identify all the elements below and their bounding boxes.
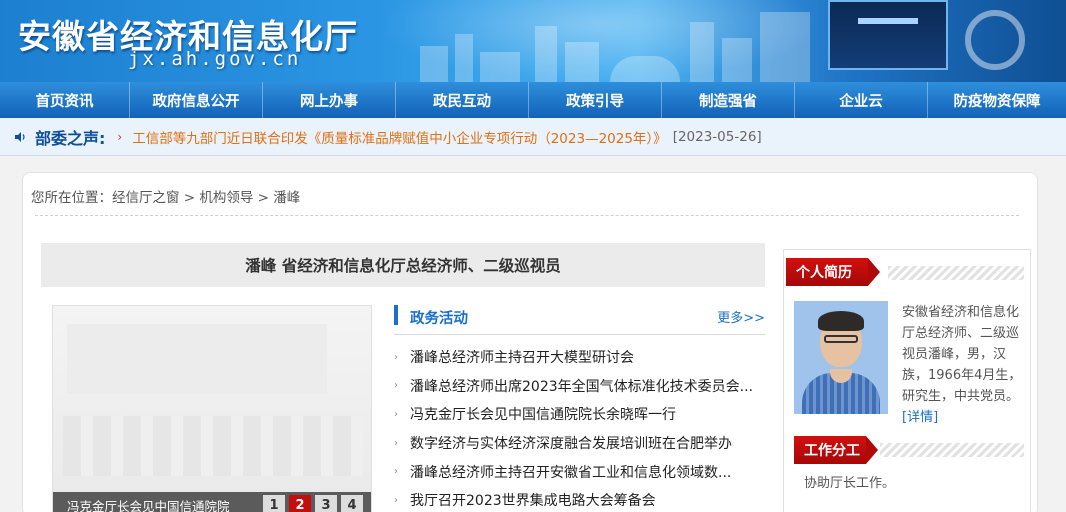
nav-item-7[interactable]: 防疫物资保障 bbox=[928, 82, 1066, 118]
breadcrumb[interactable]: 您所在位置：经信厅之窗 > 机构领导 > 潘峰 bbox=[31, 186, 300, 206]
slideshow[interactable]: 冯克金厅长会见中国信通院院 1234 bbox=[52, 305, 372, 512]
news-item-text[interactable]: 数字经济与实体经济深度融合发展培训班在合肥举办 bbox=[410, 433, 732, 453]
news-panel: 政务活动 更多>> › 潘峰总经济师主持召开大模型研讨会 › 潘峰总经济师出席2023… bbox=[394, 303, 765, 512]
news-item[interactable]: › 数字经济与实体经济深度融合发展培训班在合肥举办 bbox=[394, 429, 765, 458]
nav-item-2[interactable]: 网上办事 bbox=[263, 82, 396, 118]
pager-button-1[interactable]: 1 bbox=[263, 495, 285, 512]
news-list: › 潘峰总经济师主持召开大模型研讨会 › 潘峰总经济师出席2023年全国气体标准化技术… bbox=[394, 343, 765, 512]
content-card: 您所在位置：经信厅之窗 > 机构领导 > 潘峰 潘峰 省经济和信息化厅总经济师、… bbox=[22, 172, 1038, 512]
news-item[interactable]: › 冯克金厅长会见中国信通院院长余晓晖一行 bbox=[394, 400, 765, 429]
news-item[interactable]: › 潘峰总经济师出席2023年全国气体标准化技术委员会... bbox=[394, 372, 765, 401]
nav-item-6[interactable]: 企业云 bbox=[795, 82, 928, 118]
chevron-right-icon: › bbox=[394, 466, 398, 478]
page-title: 潘峰 省经济和信息化厅总经济师、二级巡视员 bbox=[41, 243, 765, 287]
news-item[interactable]: › 潘峰总经济师主持召开大模型研讨会 bbox=[394, 343, 765, 372]
pager-button-2[interactable]: 2 bbox=[289, 495, 311, 512]
news-item-text[interactable]: 潘峰总经济师出席2023年全国气体标准化技术委员会... bbox=[410, 376, 753, 396]
main-column: 潘峰 省经济和信息化厅总经济师、二级巡视员 冯克金厅长会见中国信通院院 1234… bbox=[41, 243, 765, 512]
news-item-text[interactable]: 我厅召开2023世界集成电路大会筹备会 bbox=[410, 490, 656, 510]
chevron-right-icon: › bbox=[394, 494, 398, 506]
news-item-text[interactable]: 潘峰总经济师主持召开大模型研讨会 bbox=[410, 347, 634, 367]
news-item-text[interactable]: 潘峰总经济师主持召开安徽省工业和信息化领域数... bbox=[410, 462, 731, 482]
slideshow-pager: 1234 bbox=[263, 495, 363, 512]
header-banner: 安徽省经济和信息化厅 jx.ah.gov.cn bbox=[0, 0, 1066, 82]
bio-body: 安徽省经济和信息化厅总经济师、二级巡视员潘峰，男，汉族，1966年4月生，研究生… bbox=[902, 305, 1022, 404]
bio-heading: 个人简历 bbox=[786, 258, 880, 286]
news-item[interactable]: › 潘峰总经济师主持召开安徽省工业和信息化领域数... bbox=[394, 457, 765, 486]
pager-button-4[interactable]: 4 bbox=[341, 495, 363, 512]
nav-item-0[interactable]: 首页资讯 bbox=[0, 82, 130, 118]
nav-item-4[interactable]: 政策引导 bbox=[529, 82, 662, 118]
news-ticker: 部委之声: › 工信部等九部门近日联合印发《质量标准品牌赋值中小企业专项行动（2… bbox=[0, 118, 1066, 156]
news-item-text[interactable]: 冯克金厅长会见中国信通院院长余晓晖一行 bbox=[410, 404, 676, 424]
ticker-link[interactable]: 工信部等九部门近日联合印发《质量标准品牌赋值中小企业专项行动（2023—2025… bbox=[132, 127, 666, 147]
nav-item-3[interactable]: 政民互动 bbox=[396, 82, 529, 118]
ticker-date: [2023-05-26] bbox=[672, 128, 762, 145]
nav-item-5[interactable]: 制造强省 bbox=[662, 82, 795, 118]
slideshow-caption[interactable]: 冯克金厅长会见中国信通院院 bbox=[67, 496, 247, 512]
chevron-right-icon: › bbox=[394, 437, 398, 449]
chevron-right-icon: › bbox=[394, 380, 398, 392]
duty-text: 协助厅长工作。 bbox=[804, 476, 896, 491]
detail-link[interactable]: [详情] bbox=[902, 410, 938, 425]
main-nav: 首页资讯 政府信息公开 网上办事 政民互动 政策引导 制造强省 企业云 防疫物资保障 bbox=[0, 82, 1066, 118]
news-header: 政务活动 更多>> bbox=[394, 303, 765, 335]
site-domain: jx.ah.gov.cn bbox=[128, 48, 302, 70]
chevron-right-icon: › bbox=[394, 408, 398, 420]
chevron-right-icon: › bbox=[117, 129, 123, 144]
profile-panel: 个人简历 安徽省经济和信息化厅总经济师、二级巡视员潘峰，男，汉族，1966年4月… bbox=[783, 249, 1031, 512]
speaker-icon bbox=[13, 130, 27, 144]
news-title: 政务活动 bbox=[410, 311, 468, 327]
duty-heading: 工作分工 bbox=[794, 436, 878, 464]
pager-button-3[interactable]: 3 bbox=[315, 495, 337, 512]
nav-item-1[interactable]: 政府信息公开 bbox=[130, 82, 263, 118]
chevron-right-icon: › bbox=[394, 351, 398, 363]
news-item[interactable]: › 我厅召开2023世界集成电路大会筹备会 bbox=[394, 486, 765, 512]
avatar bbox=[794, 301, 888, 414]
ticker-label: 部委之声: bbox=[35, 128, 106, 148]
more-link[interactable]: 更多>> bbox=[717, 307, 765, 326]
bio-text: 安徽省经济和信息化厅总经济师、二级巡视员潘峰，男，汉族，1966年4月生，研究生… bbox=[902, 302, 1026, 428]
